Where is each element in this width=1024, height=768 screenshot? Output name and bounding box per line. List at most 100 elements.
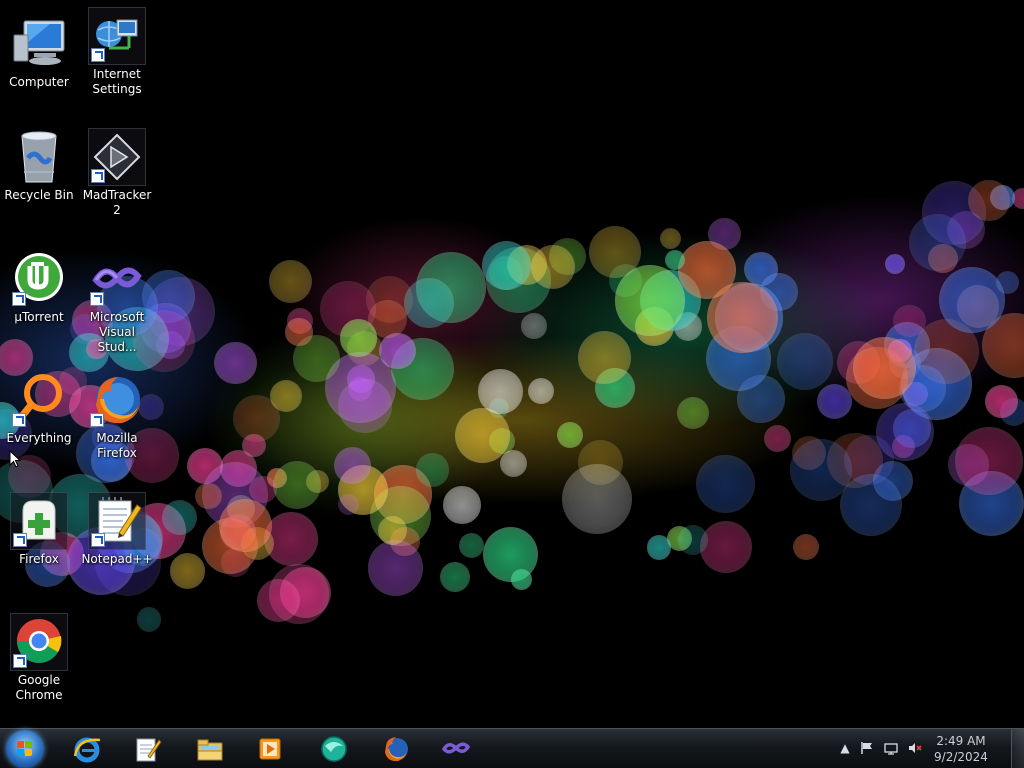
chrome-icon xyxy=(10,613,68,671)
taskbar-pinned-teal-app[interactable] xyxy=(308,731,360,767)
network-settings-icon xyxy=(88,7,146,65)
shortcut-arrow-icon xyxy=(13,533,27,547)
bokeh-bubble xyxy=(521,313,547,339)
bokeh-bubble xyxy=(853,336,917,400)
bokeh-bubble xyxy=(531,245,576,290)
desktop[interactable]: Computer Recycle Bin µTorrent Everything… xyxy=(0,0,1024,768)
desktop-icon-label: Mozilla Firefox xyxy=(96,431,138,460)
bokeh-bubble xyxy=(378,515,408,545)
bokeh-bubble xyxy=(256,578,300,622)
bokeh-bubble xyxy=(527,377,554,404)
windows-start-icon xyxy=(17,741,33,757)
bokeh-bubble xyxy=(885,254,906,275)
desktop-icon-label: Everything xyxy=(6,431,72,445)
firefox-icon xyxy=(385,737,408,762)
bokeh-bubble xyxy=(909,214,967,272)
taskbar-pinned-internet-explorer[interactable] xyxy=(61,731,113,767)
bokeh-bubble xyxy=(136,607,162,632)
taskbar-pinned-firefox[interactable] xyxy=(370,731,422,767)
notepad-plus-plus-icon xyxy=(88,492,146,550)
bokeh-bubble xyxy=(893,304,927,338)
desktop-icon-google-chrome[interactable]: Google Chrome xyxy=(1,613,77,703)
internet-explorer-icon xyxy=(73,737,101,763)
desktop-icon-label: Computer xyxy=(9,75,69,89)
action-center-flag-icon[interactable] xyxy=(860,741,874,755)
desktop-icon-label: Notepad++ xyxy=(81,552,153,566)
shortcut-arrow-icon xyxy=(12,413,26,427)
bokeh-bubble xyxy=(439,562,470,593)
clock-time: 2:49 AM xyxy=(936,734,986,748)
show-desktop-button[interactable] xyxy=(1011,729,1024,768)
taskbar-pinned-file-explorer[interactable] xyxy=(184,731,236,767)
desktop-icon-notepadpp[interactable]: Notepad++ xyxy=(79,492,155,567)
shortcut-arrow-icon xyxy=(91,533,105,547)
desktop-icon-visual-studio[interactable]: Microsoft Visual Stud... xyxy=(79,250,155,355)
bokeh-bubble xyxy=(664,249,685,271)
bokeh-bubble xyxy=(269,379,302,413)
clock-date: 9/2/2024 xyxy=(934,750,988,764)
bokeh-bubble xyxy=(337,493,359,515)
desktop-icon-internet-settings[interactable]: Internet Settings xyxy=(79,7,155,97)
desktop-icon-everything[interactable]: Everything xyxy=(1,371,77,446)
bokeh-bubble xyxy=(839,474,902,537)
bokeh-bubble xyxy=(816,383,853,420)
start-button[interactable] xyxy=(6,730,44,768)
system-tray: ▲ 2:49 AM 9/2/2024 xyxy=(834,729,1024,768)
visual-studio-icon xyxy=(88,250,146,308)
bokeh-bubble xyxy=(219,498,273,552)
bokeh-bubble xyxy=(763,425,791,453)
taskbar-pinned-visual-studio[interactable] xyxy=(430,731,482,767)
desktop-icon-label: Recycle Bin xyxy=(4,188,74,202)
bokeh-bubble xyxy=(443,486,482,524)
shortcut-arrow-icon xyxy=(90,413,104,427)
bokeh-bubble xyxy=(481,240,532,290)
bokeh-bubble xyxy=(268,259,313,304)
bokeh-bubble xyxy=(458,532,485,559)
network-icon[interactable] xyxy=(884,741,898,755)
bokeh-bubble xyxy=(214,341,257,384)
bokeh-bubble xyxy=(968,179,1010,222)
notepad-icon xyxy=(136,738,162,762)
desktop-icon-label: Firefox xyxy=(19,552,59,566)
bokeh-bubble xyxy=(676,396,709,429)
taskbar-pinned-media-player[interactable] xyxy=(244,731,296,767)
desktop-icon-utorrent[interactable]: µTorrent xyxy=(1,250,77,325)
bokeh-bubble xyxy=(242,433,266,458)
shortcut-arrow-icon xyxy=(13,654,27,668)
bokeh-bubble xyxy=(511,569,532,591)
shortcut-arrow-icon xyxy=(90,292,104,306)
shortcut-arrow-icon xyxy=(12,292,26,306)
madtracker-icon xyxy=(88,128,146,186)
bokeh-bubble xyxy=(404,277,455,328)
bokeh-bubble xyxy=(646,534,672,560)
bokeh-bubble xyxy=(556,421,583,449)
desktop-icon-madtracker[interactable]: MadTracker 2 xyxy=(79,128,155,218)
visual-studio-icon xyxy=(441,742,471,754)
taskbar-pinned-notepad[interactable] xyxy=(121,731,173,767)
bokeh-bubble xyxy=(499,449,528,478)
utorrent-icon xyxy=(10,250,68,308)
shortcut-arrow-icon xyxy=(91,169,105,183)
desktop-icon-label: µTorrent xyxy=(14,310,64,324)
bokeh-bubble xyxy=(578,331,631,385)
bokeh-bubble xyxy=(339,319,378,357)
bokeh-bubble xyxy=(478,369,523,414)
desktop-icon-computer[interactable]: Computer xyxy=(1,15,77,90)
bokeh-bubble xyxy=(169,553,206,589)
show-hidden-icons-icon[interactable]: ▲ xyxy=(838,741,852,755)
bokeh-bubble xyxy=(338,378,393,433)
wallpaper-bokeh xyxy=(0,0,1024,728)
desktop-icon-firefox-installer[interactable]: Firefox xyxy=(1,492,77,567)
recycle-bin-icon xyxy=(10,128,68,186)
clock[interactable]: 2:49 AM 9/2/2024 xyxy=(931,733,991,765)
bokeh-bubble xyxy=(195,482,222,510)
volume-muted-icon[interactable] xyxy=(908,741,922,755)
bokeh-bubble xyxy=(367,539,424,596)
firefox-icon xyxy=(88,371,146,429)
bokeh-bubble xyxy=(876,403,934,461)
bokeh-bubble xyxy=(939,267,1005,333)
desktop-icon-mozilla-firefox[interactable]: Mozilla Firefox xyxy=(79,371,155,461)
taskbar: ▲ 2:49 AM 9/2/2024 xyxy=(0,728,1024,768)
desktop-icon-recycle-bin[interactable]: Recycle Bin xyxy=(1,128,77,203)
teal-app-icon xyxy=(321,736,347,762)
